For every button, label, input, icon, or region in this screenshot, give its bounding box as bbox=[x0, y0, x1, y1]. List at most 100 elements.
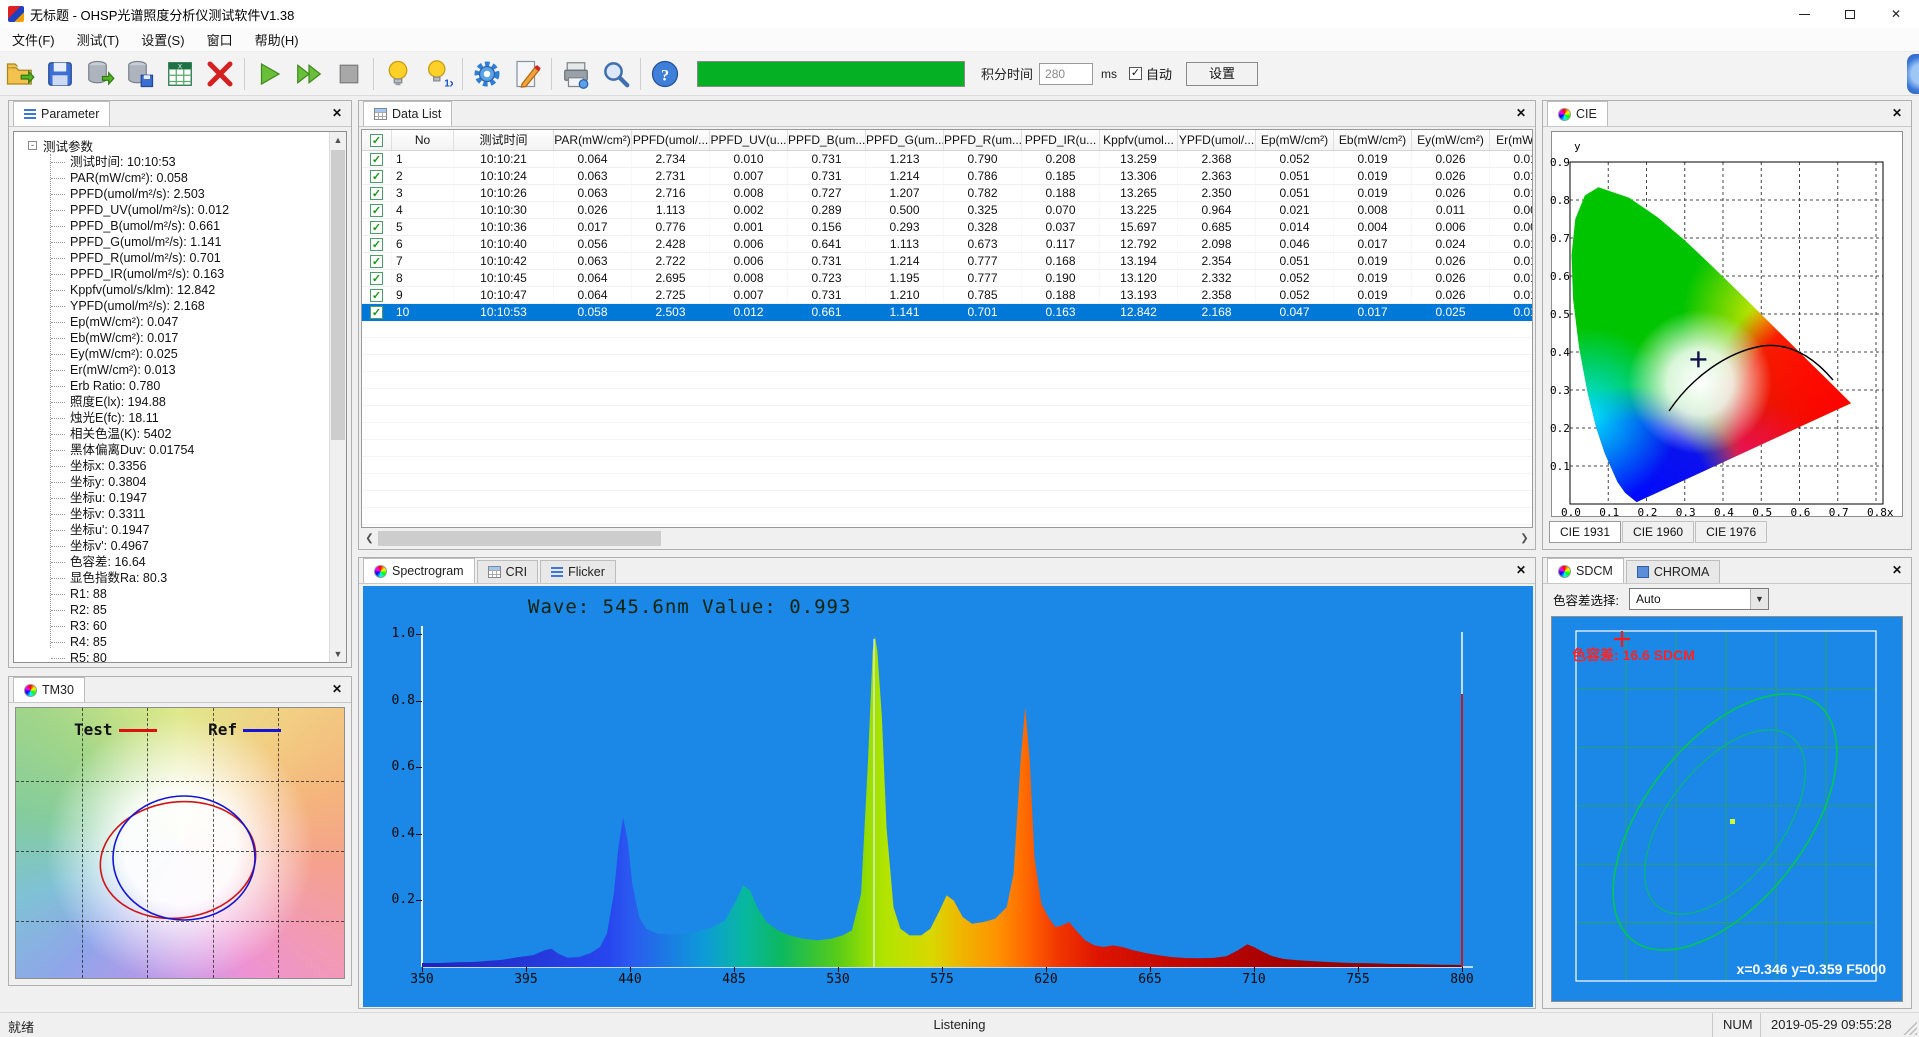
save-database-button[interactable] bbox=[120, 55, 160, 93]
table-row[interactable]: ✓910:10:470.0642.7250.0070.7311.2100.785… bbox=[362, 287, 1532, 304]
checkbox-checked-icon[interactable]: ✓ bbox=[370, 255, 383, 268]
zoom-button[interactable] bbox=[596, 55, 636, 93]
settings-gear-button[interactable] bbox=[467, 55, 507, 93]
tree-collapse-icon[interactable]: - bbox=[28, 141, 37, 150]
close-panel-icon[interactable]: ✕ bbox=[1889, 562, 1905, 578]
tab-sdcm[interactable]: SDCM bbox=[1547, 558, 1624, 583]
checkbox-checked-icon[interactable]: ✓ bbox=[370, 204, 383, 217]
tree-item[interactable]: PPFD(umol/m²/s): 2.503 bbox=[20, 186, 324, 202]
column-header[interactable]: PPFD_IR(u... bbox=[1022, 130, 1100, 150]
tree-item[interactable]: 黑体偏离Duv: 0.01754 bbox=[20, 442, 324, 458]
scroll-down-icon[interactable]: ▼ bbox=[330, 646, 346, 662]
tab-parameter[interactable]: Parameter bbox=[13, 101, 110, 126]
tree-item[interactable]: 坐标x: 0.3356 bbox=[20, 458, 324, 474]
run-continuous-button[interactable] bbox=[289, 55, 329, 93]
auto-checkbox[interactable]: ✓自动 bbox=[1129, 64, 1172, 83]
checkbox-checked-icon[interactable]: ✓ bbox=[370, 134, 383, 147]
close-panel-icon[interactable]: ✕ bbox=[1513, 562, 1529, 578]
tree-item[interactable]: 测试时间: 10:10:53 bbox=[20, 154, 324, 170]
table-row[interactable]: ✓410:10:300.0261.1130.0020.2890.5000.325… bbox=[362, 202, 1532, 219]
tree-item[interactable]: 色容差: 16.64 bbox=[20, 554, 324, 570]
table-row[interactable]: ✓110:10:210.0642.7340.0100.7311.2130.790… bbox=[362, 151, 1532, 168]
column-header[interactable]: PPFD_UV(u... bbox=[710, 130, 788, 150]
tree-item[interactable]: 坐标u: 0.1947 bbox=[20, 490, 324, 506]
integration-time-input[interactable] bbox=[1039, 63, 1093, 85]
tree-item[interactable]: R5: 80 bbox=[20, 650, 324, 663]
column-header[interactable]: PPFD(umol/... bbox=[632, 130, 710, 150]
tree-item[interactable]: 坐标u': 0.1947 bbox=[20, 522, 324, 538]
row-checkbox-cell[interactable]: ✓ bbox=[362, 202, 392, 218]
save-button[interactable] bbox=[40, 55, 80, 93]
table-row[interactable]: ✓310:10:260.0632.7160.0080.7271.2070.782… bbox=[362, 185, 1532, 202]
checkbox-checked-icon[interactable]: ✓ bbox=[370, 153, 383, 166]
tree-item[interactable]: PPFD_IR(umol/m²/s): 0.163 bbox=[20, 266, 324, 282]
tree-item[interactable]: R1: 88 bbox=[20, 586, 324, 602]
tree-item[interactable]: Eb(mW/cm²): 0.017 bbox=[20, 330, 324, 346]
scroll-right-icon[interactable]: ❯ bbox=[1516, 530, 1533, 547]
checkbox-checked-icon[interactable]: ✓ bbox=[370, 187, 383, 200]
tree-item[interactable]: Er(mW/cm²): 0.013 bbox=[20, 362, 324, 378]
help-button[interactable]: ? bbox=[645, 55, 685, 93]
row-checkbox-cell[interactable]: ✓ bbox=[362, 168, 392, 184]
close-panel-icon[interactable]: ✕ bbox=[1889, 105, 1905, 121]
horizontal-scrollbar[interactable]: ❮ ❯ bbox=[361, 530, 1533, 547]
settings-button[interactable]: 设置 bbox=[1186, 62, 1258, 86]
row-checkbox-cell[interactable]: ✓ bbox=[362, 270, 392, 286]
tree-item[interactable]: R3: 60 bbox=[20, 618, 324, 634]
table-row[interactable]: ✓210:10:240.0632.7310.0070.7311.2140.786… bbox=[362, 168, 1532, 185]
tree-item[interactable]: 照度E(lx): 194.88 bbox=[20, 394, 324, 410]
scrollbar-thumb[interactable] bbox=[331, 150, 345, 440]
column-header[interactable]: PAR(mW/cm²) bbox=[554, 130, 632, 150]
row-checkbox-cell[interactable]: ✓ bbox=[362, 304, 392, 320]
tree-item[interactable]: PAR(mW/cm²): 0.058 bbox=[20, 170, 324, 186]
tolerance-select[interactable]: Auto▼ bbox=[1629, 588, 1769, 610]
menu-item[interactable]: 帮助(H) bbox=[245, 27, 309, 52]
tab-cri[interactable]: CRI bbox=[477, 560, 539, 583]
tree-item[interactable]: 坐标v: 0.3311 bbox=[20, 506, 324, 522]
table-row[interactable]: ✓610:10:400.0562.4280.0060.6411.1130.673… bbox=[362, 236, 1532, 253]
menu-item[interactable]: 设置(S) bbox=[131, 27, 194, 52]
tree-item[interactable]: R2: 85 bbox=[20, 602, 324, 618]
close-button[interactable]: ✕ bbox=[1873, 0, 1919, 28]
subtab-cie-1931[interactable]: CIE 1931 bbox=[1549, 521, 1621, 543]
scroll-up-icon[interactable]: ▲ bbox=[330, 132, 346, 148]
column-header[interactable]: YPFD(umol/... bbox=[1178, 130, 1256, 150]
column-header[interactable]: PPFD_B(um... bbox=[788, 130, 866, 150]
column-header[interactable]: Kppfv(umol... bbox=[1100, 130, 1178, 150]
tree-item[interactable]: PPFD_R(umol/m²/s): 0.701 bbox=[20, 250, 324, 266]
column-header[interactable]: Eb(mW/cm²) bbox=[1334, 130, 1412, 150]
row-checkbox-cell[interactable]: ✓ bbox=[362, 236, 392, 252]
checkbox-checked-icon[interactable]: ✓ bbox=[370, 289, 383, 302]
tree-item[interactable]: 坐标v': 0.4967 bbox=[20, 538, 324, 554]
table-row[interactable]: ✓810:10:450.0642.6950.0080.7231.1950.777… bbox=[362, 270, 1532, 287]
column-header[interactable]: No bbox=[392, 130, 454, 150]
checkbox-checked-icon[interactable]: ✓ bbox=[370, 238, 383, 251]
close-panel-icon[interactable]: ✕ bbox=[329, 681, 345, 697]
tab-cie[interactable]: CIE bbox=[1547, 101, 1608, 126]
tab-flicker[interactable]: Flicker bbox=[540, 560, 616, 583]
close-panel-icon[interactable]: ✕ bbox=[1513, 105, 1529, 121]
tab-spectrogram[interactable]: Spectrogram bbox=[363, 558, 475, 583]
print-button[interactable] bbox=[556, 55, 596, 93]
run-button[interactable] bbox=[249, 55, 289, 93]
column-header[interactable]: PPFD_R(um... bbox=[944, 130, 1022, 150]
tab-tm30[interactable]: TM30 bbox=[13, 677, 85, 702]
tree-item[interactable]: 坐标y: 0.3804 bbox=[20, 474, 324, 490]
tree-item[interactable]: PPFD_B(umol/m²/s): 0.661 bbox=[20, 218, 324, 234]
subtab-cie-1960[interactable]: CIE 1960 bbox=[1622, 521, 1694, 543]
scroll-left-icon[interactable]: ❮ bbox=[361, 530, 378, 547]
checkbox-checked-icon[interactable]: ✓ bbox=[370, 306, 383, 319]
tab-chroma[interactable]: CHROMA bbox=[1626, 560, 1721, 583]
tree-item[interactable]: Ey(mW/cm²): 0.025 bbox=[20, 346, 324, 362]
column-header[interactable]: Ep(mW/cm²) bbox=[1256, 130, 1334, 150]
excel-export-button[interactable]: X bbox=[160, 55, 200, 93]
tree-item[interactable]: 显色指数Ra: 80.3 bbox=[20, 570, 324, 586]
tree-item[interactable]: PPFD_UV(umol/m²/s): 0.012 bbox=[20, 202, 324, 218]
column-header[interactable]: Ey(mW/cm²) bbox=[1412, 130, 1490, 150]
menu-item[interactable]: 测试(T) bbox=[67, 27, 130, 52]
export-database-button[interactable] bbox=[80, 55, 120, 93]
lamp-button[interactable] bbox=[378, 55, 418, 93]
tree-item[interactable]: Ep(mW/cm²): 0.047 bbox=[20, 314, 324, 330]
maximize-button[interactable] bbox=[1827, 0, 1873, 28]
tree-item[interactable]: Erb Ratio: 0.780 bbox=[20, 378, 324, 394]
